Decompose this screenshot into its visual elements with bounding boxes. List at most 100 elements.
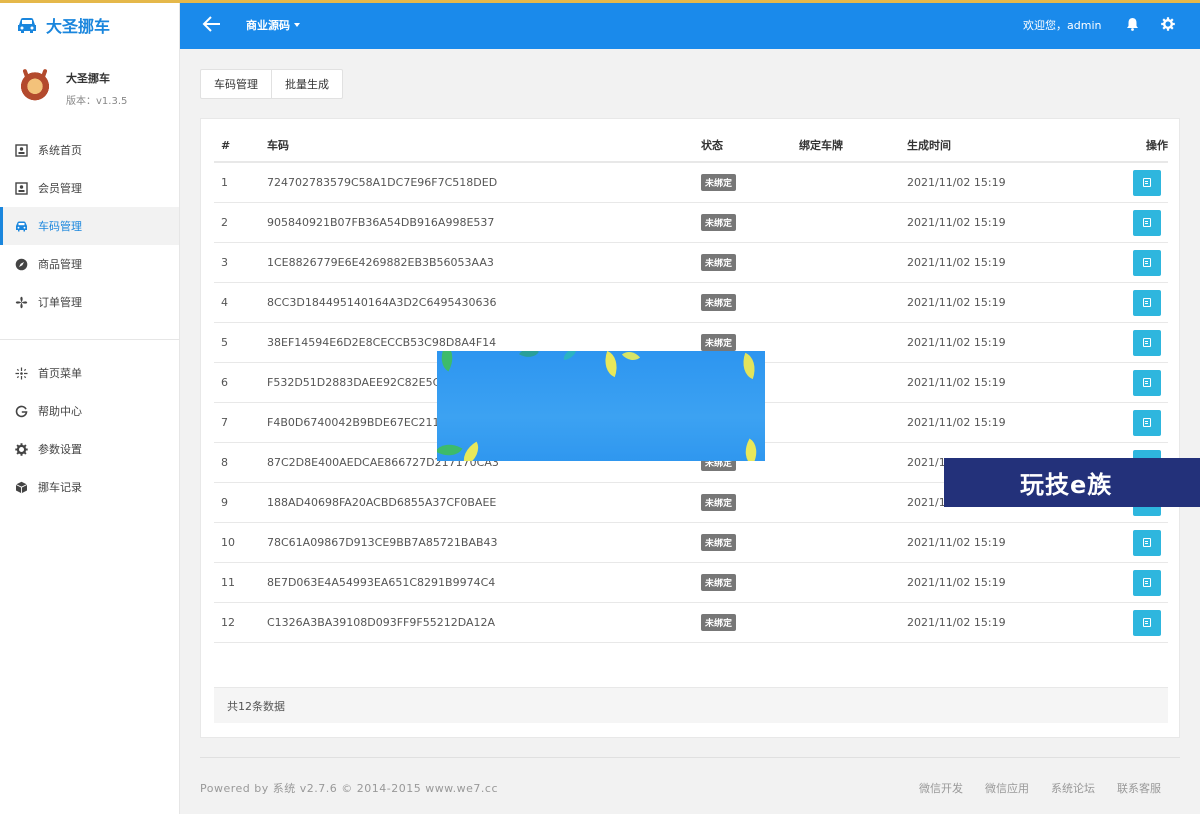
edit-button[interactable] bbox=[1133, 569, 1161, 596]
sidebar-item-orders[interactable]: 订单管理 bbox=[0, 283, 179, 321]
row-code: F4B0D6740042B9BDE67EC2110 bbox=[267, 416, 447, 429]
edit-button[interactable] bbox=[1133, 289, 1161, 316]
row-code: F532D51D2883DAEE92C82E5C9 bbox=[267, 376, 448, 389]
sidebar-menu-secondary: 首页菜单 帮助中心 参数设置 挪车记录 bbox=[0, 354, 179, 506]
ad-banner-overlay[interactable] bbox=[437, 351, 765, 461]
edit-button[interactable] bbox=[1133, 209, 1161, 236]
leaf-decoration bbox=[519, 351, 539, 363]
user-icon bbox=[15, 181, 28, 195]
row-op-cell bbox=[1133, 409, 1168, 436]
profile: 大圣挪车 版本：v1.3.5 bbox=[0, 49, 179, 127]
row-op-cell bbox=[1133, 169, 1168, 196]
row-op-cell bbox=[1133, 289, 1168, 316]
header-num: # bbox=[221, 138, 231, 152]
edit-button[interactable] bbox=[1133, 409, 1161, 436]
status-badge: 未绑定 bbox=[701, 614, 737, 631]
sidebar-item-help[interactable]: 帮助中心 bbox=[0, 392, 179, 430]
document-icon bbox=[1143, 418, 1151, 427]
sidebar-item-car-codes[interactable]: 车码管理 bbox=[0, 207, 179, 245]
row-code: 1CE8826779E6E4269882EB3B56053AA3 bbox=[267, 256, 494, 269]
brand[interactable]: 大圣挪车 bbox=[0, 0, 179, 49]
row-num: 5 bbox=[221, 336, 228, 349]
sidebar-item-home-menu[interactable]: 首页菜单 bbox=[0, 354, 179, 392]
row-op-cell bbox=[1133, 529, 1168, 556]
edit-button[interactable] bbox=[1133, 609, 1161, 636]
status-badge: 未绑定 bbox=[701, 494, 737, 511]
row-code: 8E7D063E4A54993EA651C8291B9974C4 bbox=[267, 576, 496, 589]
footer-link-forum[interactable]: 系统论坛 bbox=[1051, 780, 1095, 796]
sidebar-item-label: 帮助中心 bbox=[38, 405, 82, 418]
powered-by: Powered by 系统 v2.7.6 © 2014-2015 www.we7… bbox=[200, 782, 499, 795]
document-icon bbox=[1143, 178, 1151, 187]
leaf-decoration bbox=[437, 351, 460, 372]
table-row: 1 724702783579C58A1DC7E96F7C518DED 未绑定 2021… bbox=[214, 163, 1168, 203]
header-code: 车码 bbox=[267, 139, 289, 152]
leaf-decoration bbox=[457, 441, 485, 461]
row-num: 8 bbox=[221, 456, 228, 469]
row-op-cell bbox=[1133, 329, 1168, 356]
home-icon bbox=[15, 143, 28, 157]
leaf-decoration bbox=[562, 351, 578, 361]
fan-icon bbox=[15, 296, 28, 308]
avatar bbox=[18, 71, 52, 105]
status-badge: 未绑定 bbox=[701, 174, 737, 191]
document-icon bbox=[1143, 258, 1151, 267]
car-code-manage-button[interactable]: 车码管理 bbox=[201, 70, 271, 98]
header-dropdown[interactable]: 商业源码 bbox=[246, 17, 300, 33]
footer-link-contact[interactable]: 联系客服 bbox=[1117, 780, 1161, 796]
sidebar-item-products[interactable]: 商品管理 bbox=[0, 245, 179, 283]
sidebar-item-members[interactable]: 会员管理 bbox=[0, 169, 179, 207]
cube-icon bbox=[15, 481, 28, 493]
edit-button[interactable] bbox=[1133, 369, 1161, 396]
sidebar: 大圣挪车 大圣挪车 版本：v1.3.5 系统首页 会员管理 车码管理 商品管理 … bbox=[0, 0, 180, 814]
edit-button[interactable] bbox=[1133, 169, 1161, 196]
gear-icon bbox=[15, 442, 28, 456]
sidebar-item-move-records[interactable]: 挪车记录 bbox=[0, 468, 179, 506]
row-time: 2021/11/02 15:19 bbox=[907, 336, 1006, 349]
row-op-cell bbox=[1133, 369, 1168, 396]
welcome-text[interactable]: 欢迎您，admin bbox=[1023, 17, 1101, 33]
row-num: 10 bbox=[221, 536, 235, 549]
table-row: 12 C1326A3BA39108D093FF9F55212DA12A 未绑定 202… bbox=[214, 603, 1168, 643]
settings-gear-icon[interactable] bbox=[1161, 17, 1175, 31]
row-time: 2021/11/02 15:19 bbox=[907, 376, 1006, 389]
footer-link-wechat-dev[interactable]: 微信开发 bbox=[919, 780, 963, 796]
menu-divider bbox=[0, 339, 179, 340]
bell-icon[interactable] bbox=[1126, 17, 1139, 31]
row-time: 2021/11/02 15:19 bbox=[907, 536, 1006, 549]
profile-version: 版本：v1.3.5 bbox=[66, 95, 128, 107]
back-arrow-icon[interactable] bbox=[202, 14, 222, 34]
sidebar-item-label: 订单管理 bbox=[38, 296, 82, 309]
row-code: 38EF14594E6D2E8CECCB53C98D8A4F14 bbox=[267, 336, 497, 349]
edit-button[interactable] bbox=[1133, 529, 1161, 556]
edit-button[interactable] bbox=[1133, 249, 1161, 276]
document-icon bbox=[1143, 378, 1151, 387]
sidebar-item-label: 会员管理 bbox=[38, 182, 82, 195]
document-icon bbox=[1143, 578, 1151, 587]
row-code: C1326A3BA39108D093FF9F55212DA12A bbox=[267, 616, 496, 629]
row-time: 2021/11/02 15:19 bbox=[907, 256, 1006, 269]
footer-link-wechat-apps[interactable]: 微信应用 bbox=[985, 780, 1029, 796]
document-icon bbox=[1143, 538, 1151, 547]
row-code: 78C61A09867D913CE9BB7A85721BAB43 bbox=[267, 536, 498, 549]
caret-down-icon bbox=[294, 23, 300, 27]
row-num: 7 bbox=[221, 416, 228, 429]
row-code: 8CC3D184495140164A3D2C6495430636 bbox=[267, 296, 497, 309]
batch-generate-button[interactable]: 批量生成 bbox=[271, 70, 342, 98]
sidebar-item-settings[interactable]: 参数设置 bbox=[0, 430, 179, 468]
row-num: 11 bbox=[221, 576, 235, 589]
top-header: 商业源码 欢迎您，admin bbox=[180, 0, 1200, 49]
row-num: 2 bbox=[221, 216, 228, 229]
car-icon bbox=[16, 221, 27, 231]
footer-links: 微信开发 微信应用 系统论坛 联系客服 bbox=[919, 780, 1161, 796]
top-accent-line bbox=[0, 0, 1200, 3]
brand-name: 大圣挪车 bbox=[46, 16, 111, 36]
status-badge: 未绑定 bbox=[701, 334, 737, 351]
crosshair-icon bbox=[15, 367, 28, 379]
table-row: 3 1CE8826779E6E4269882EB3B56053AA3 未绑定 2021… bbox=[214, 243, 1168, 283]
edit-button[interactable] bbox=[1133, 329, 1161, 356]
header-op: 操作 bbox=[1146, 139, 1168, 152]
sidebar-item-home[interactable]: 系统首页 bbox=[0, 131, 179, 169]
header-time: 生成时间 bbox=[907, 139, 951, 152]
leaf-decoration bbox=[738, 438, 764, 461]
